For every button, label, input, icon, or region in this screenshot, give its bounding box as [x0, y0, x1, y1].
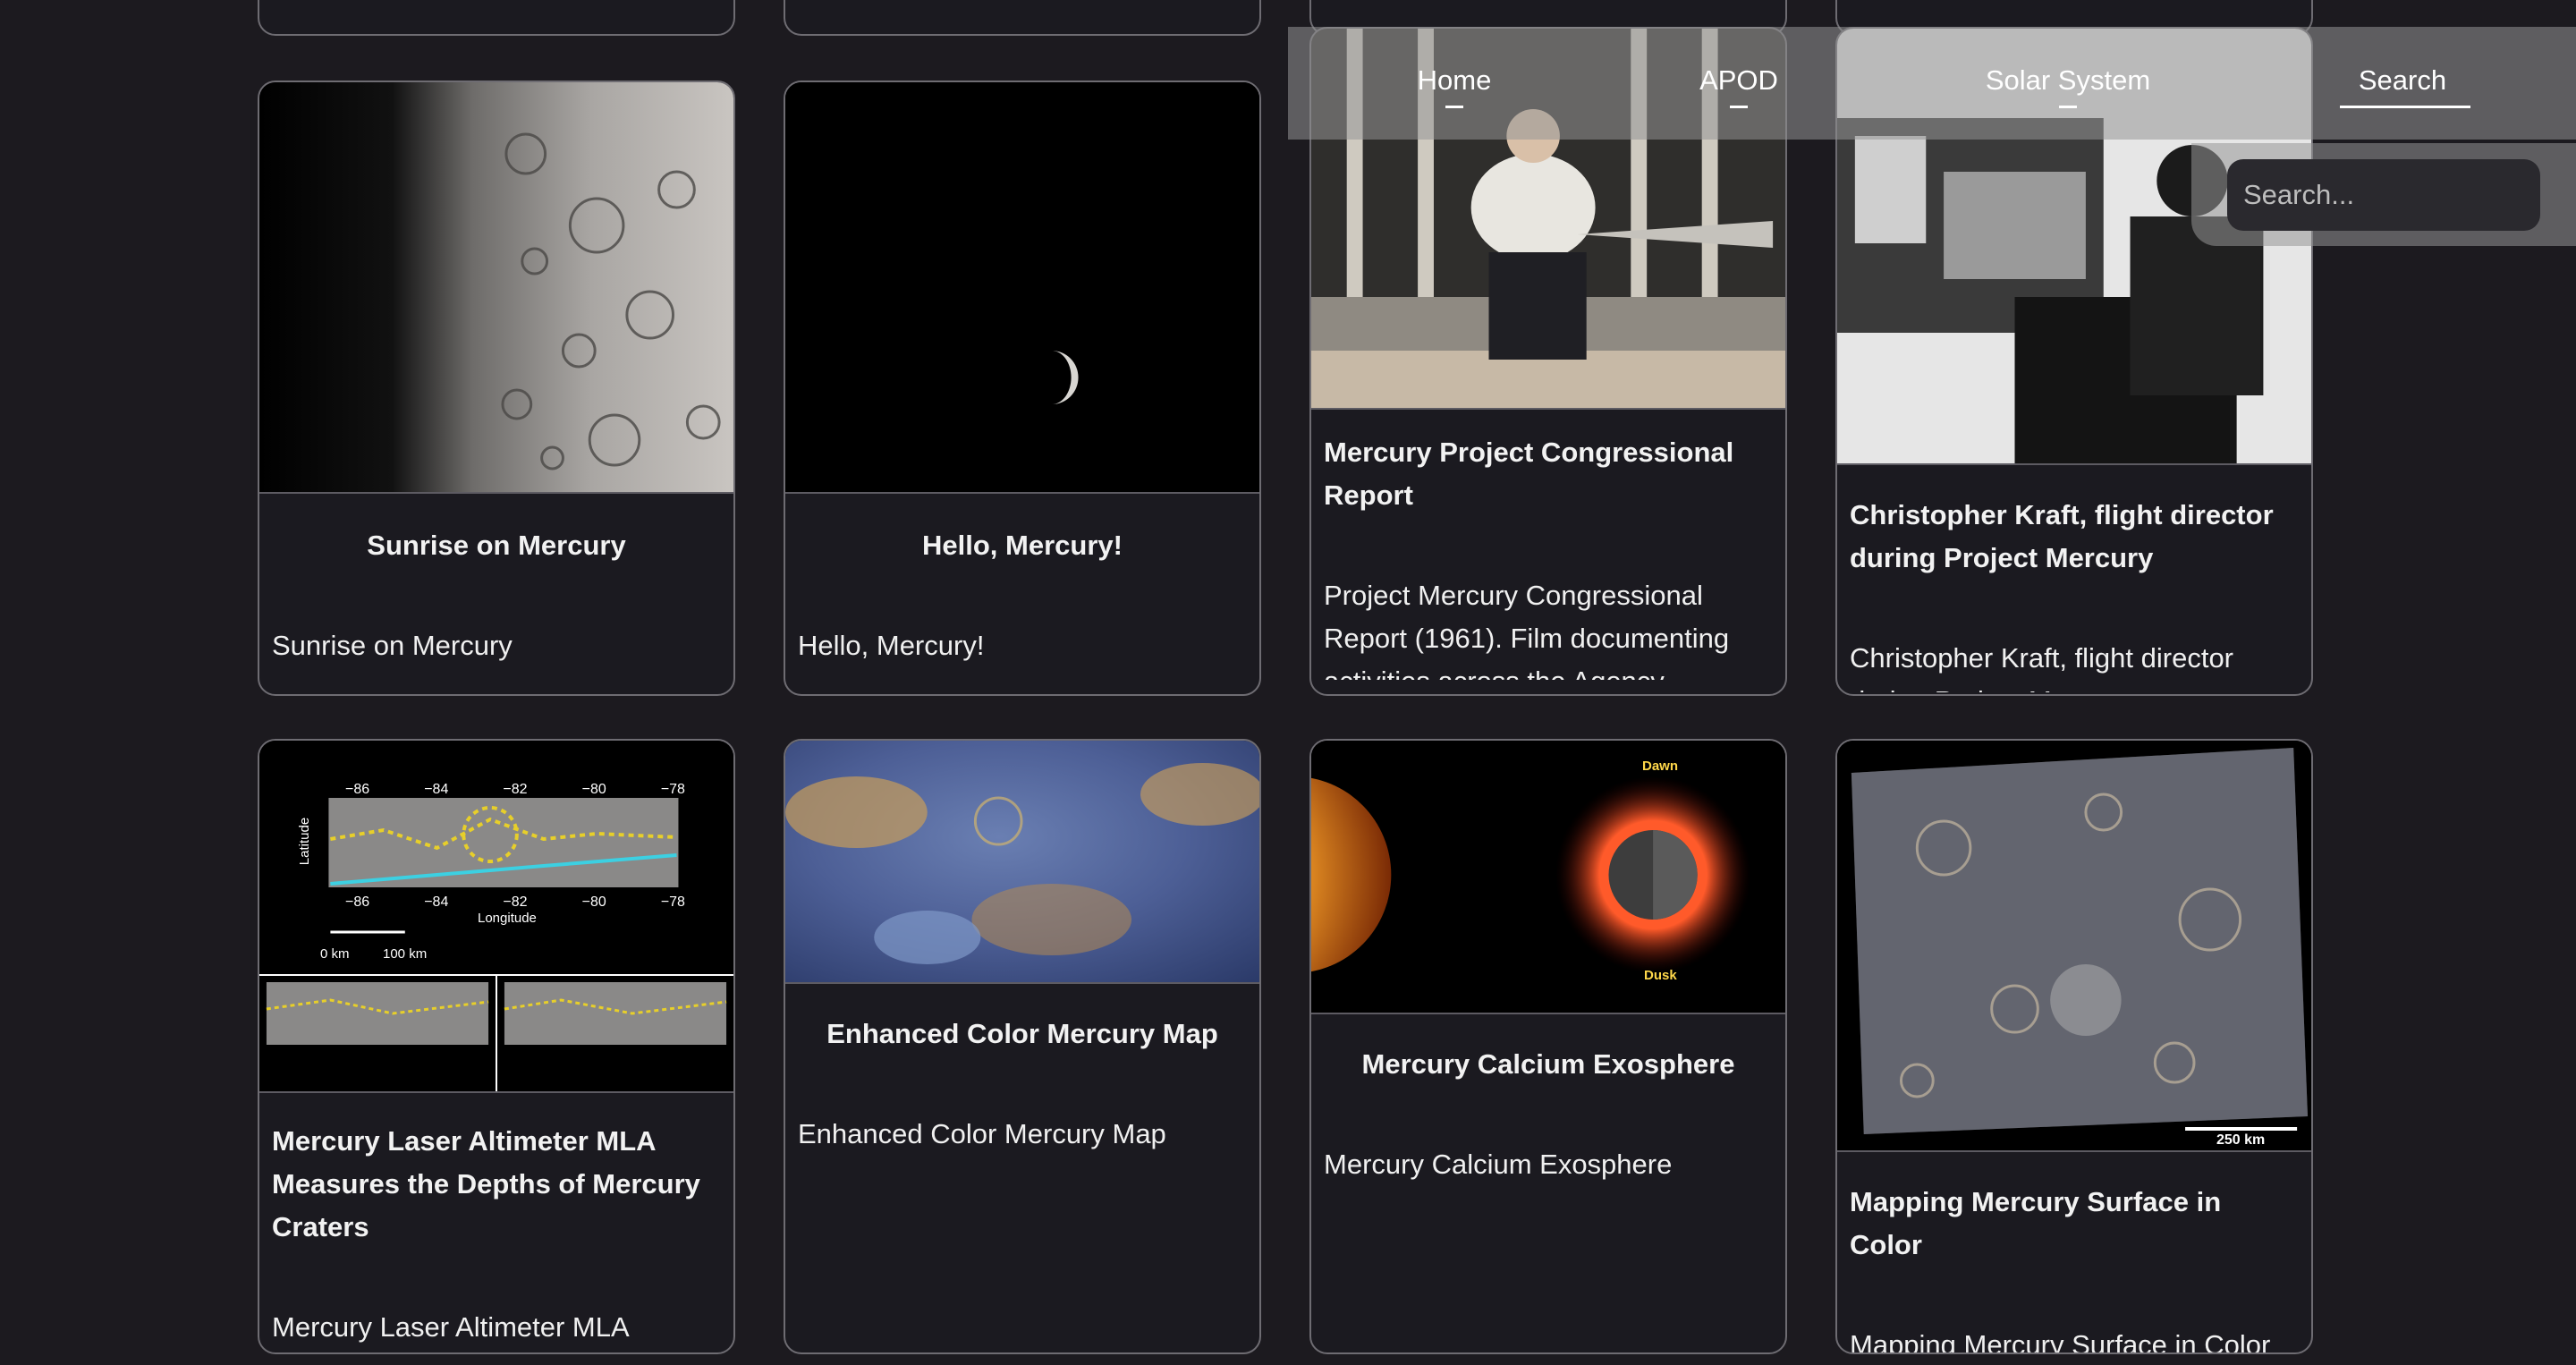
mla-axis-y-label: Latitude	[297, 817, 313, 866]
nav-indicator	[1730, 106, 1748, 108]
card-title[interactable]: Mercury Calcium Exosphere	[1311, 1043, 1785, 1086]
card-title[interactable]: Enhanced Color Mercury Map	[785, 1013, 1259, 1056]
nav-search[interactable]: Search	[2340, 64, 2470, 108]
card-mercury-laser-altimeter[interactable]: −86 −84 −82 −80 −78 −86 −84 −82 −80 −78 …	[258, 739, 735, 1354]
card-partial-1[interactable]	[258, 0, 735, 36]
card-description: Christopher Kraft, flight director durin…	[1850, 642, 2234, 692]
mla-image: −86 −84 −82 −80 −78 −86 −84 −82 −80 −78 …	[259, 741, 733, 1093]
nav-solar-system[interactable]: Solar System	[1979, 64, 2157, 108]
card-mercury-calcium-exosphere[interactable]: Dawn Dusk Mercury Calcium Exosphere Merc…	[1309, 739, 1787, 1354]
exosphere-dusk-label: Dusk	[1644, 968, 1677, 983]
card-mapping-mercury-surface[interactable]: 250 km Mapping Mercury Surface in Color …	[1835, 739, 2313, 1354]
mla-scale-start: 0 km	[320, 946, 350, 962]
card-title[interactable]: Mapping Mercury Surface in Color	[1837, 1181, 2311, 1267]
mla-tick-labels: −86 −84 −82 −80 −78	[345, 782, 685, 797]
mla-axis-x-label: Longitude	[478, 911, 537, 926]
card-title[interactable]: Christopher Kraft, flight director durin…	[1837, 494, 2311, 580]
sunrise-image	[259, 82, 733, 494]
top-navigation: Home APOD Solar System Search	[1288, 27, 2576, 140]
card-description: Sunrise on Mercury	[272, 630, 513, 661]
card-title[interactable]: Mercury Laser Altimeter MLA Measures the…	[259, 1120, 733, 1249]
nav-indicator	[2059, 106, 2077, 108]
mapping-surface-image: 250 km	[1837, 741, 2311, 1152]
card-description: Mapping Mercury Surface in Color	[1850, 1329, 2271, 1354]
card-description: Mercury Laser Altimeter MLA	[272, 1311, 630, 1343]
hello-mercury-image	[785, 82, 1259, 494]
card-hello-mercury[interactable]: Hello, Mercury! Hello, Mercury!	[784, 81, 1261, 696]
nav-apod[interactable]: APOD	[1694, 64, 1784, 108]
search-input[interactable]	[2227, 159, 2540, 231]
card-description: Mercury Calcium Exosphere	[1324, 1149, 1673, 1180]
card-description: Project Mercury Congressional Report (19…	[1324, 580, 1730, 680]
card-title[interactable]: Sunrise on Mercury	[259, 524, 733, 567]
card-title[interactable]: Hello, Mercury!	[785, 524, 1259, 567]
nav-indicator	[1445, 106, 1463, 108]
mapping-scale-label: 250 km	[2216, 1132, 2266, 1148]
card-title[interactable]: Mercury Project Congressional Report	[1311, 431, 1785, 517]
exosphere-dawn-label: Dawn	[1642, 759, 1679, 774]
nav-active-indicator	[2340, 106, 2470, 108]
mla-scale-end: 100 km	[383, 946, 428, 962]
mla-tick-labels-lower: −86 −84 −82 −80 −78	[345, 894, 685, 910]
card-description: Hello, Mercury!	[798, 630, 985, 661]
card-sunrise-on-mercury[interactable]: Sunrise on Mercury Sunrise on Mercury	[258, 81, 735, 696]
card-partial-2[interactable]	[784, 0, 1261, 36]
card-description: Enhanced Color Mercury Map	[798, 1118, 1166, 1149]
results-grid: Sunrise on Mercury Sunrise on Mercury He…	[0, 0, 2576, 1365]
nav-home[interactable]: Home	[1411, 64, 1497, 108]
enhanced-color-map-image	[785, 741, 1259, 984]
calcium-exosphere-image: Dawn Dusk	[1311, 741, 1785, 1014]
search-panel	[2191, 143, 2576, 246]
card-enhanced-color-mercury-map[interactable]: Enhanced Color Mercury Map Enhanced Colo…	[784, 739, 1261, 1354]
